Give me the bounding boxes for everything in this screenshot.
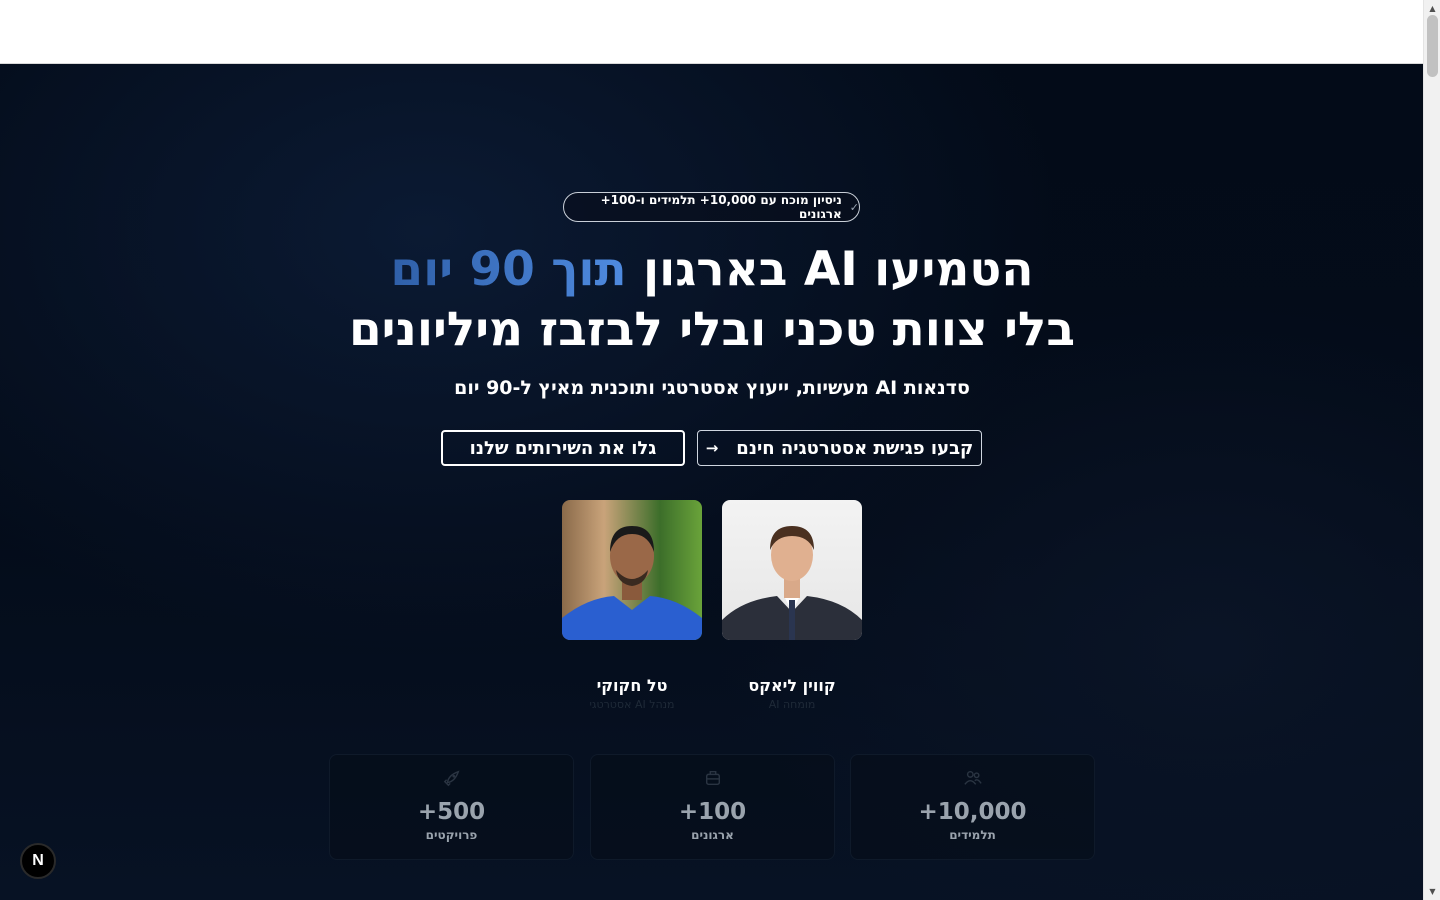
top-navigation-bar <box>0 0 1423 64</box>
person-name-quinn: קווין ליאקס <box>748 676 836 695</box>
hero-section: ✓ ניסיון מוכח עם 10,000+ תלמידים ו-100+ … <box>0 64 1423 900</box>
person-name-tal: טל חקוקי <box>596 676 668 695</box>
hero-subtitle: סדנאות AI מעשיות, ייעוץ אסטרטגי ותוכנית … <box>454 377 970 399</box>
avatar-tal <box>562 500 702 640</box>
students-icon <box>851 769 1094 789</box>
trust-badge: ✓ ניסיון מוכח עם 10,000+ תלמידים ו-100+ … <box>563 192 860 222</box>
scroll-down-icon[interactable]: ▼ <box>1424 883 1440 900</box>
discover-services-label: גלו את השירותים שלנו <box>469 437 657 459</box>
title-line1: הטמיעו AI בארגון תוך 90 יום <box>390 242 1034 297</box>
title-accent: תוך 90 יום <box>390 242 627 297</box>
nextjs-dev-indicator-button[interactable]: N <box>20 843 56 879</box>
stat-card-students: +10,000 תלמידים <box>850 754 1095 860</box>
stat-label: תלמידים <box>949 828 996 842</box>
stat-value: +100 <box>678 799 747 825</box>
stat-label: ארגונים <box>691 828 734 842</box>
arrow-left-icon: → <box>705 439 719 457</box>
stat-card-projects: +500 פרויקטים <box>329 754 574 860</box>
stat-card-organizations: +100 ארגונים <box>590 754 835 860</box>
vertical-scrollbar[interactable]: ▲ ▼ <box>1423 0 1440 900</box>
book-strategy-meeting-label: קבעו פגישת אסטרטגיה חינם <box>736 437 974 459</box>
scrollbar-thumb[interactable] <box>1427 15 1438 77</box>
stat-value: +10,000 <box>918 799 1027 825</box>
stat-label: פרויקטים <box>425 828 478 842</box>
stat-value: +500 <box>417 799 486 825</box>
trust-badge-text: ניסיון מוכח עם 10,000+ תלמידים ו-100+ אר… <box>600 193 842 221</box>
hero-title: הטמיעו AI בארגון תוך 90 יום בלי צוות טכנ… <box>300 240 1124 360</box>
person-role-quinn: מומחה AI <box>768 698 816 711</box>
book-strategy-meeting-button[interactable]: קבעו פגישת אסטרטגיה חינם → <box>697 430 982 466</box>
check-icon: ✓ <box>849 200 859 214</box>
title-line2: בלי צוות טכני ובלי לבזבז מיליונים <box>348 302 1076 357</box>
avatar-quinn <box>722 500 862 640</box>
building-icon <box>591 769 834 789</box>
person-role-tal: מנהל AI אסטרטגי <box>589 698 675 711</box>
rocket-icon <box>330 769 573 789</box>
discover-services-button[interactable]: גלו את השירותים שלנו <box>441 430 685 466</box>
